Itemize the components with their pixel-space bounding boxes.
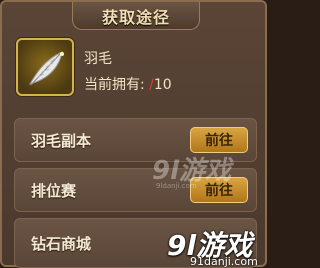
feather-icon xyxy=(28,51,64,86)
owned-total: 10 xyxy=(153,77,172,93)
go-to-ranked-match-button[interactable]: 前往 xyxy=(190,177,248,203)
item-slot xyxy=(16,38,74,96)
source-row-ranked-match: 排位赛 前往 xyxy=(14,168,257,212)
source-label: 羽毛副本 xyxy=(31,132,92,150)
source-label: 排位赛 xyxy=(31,182,77,200)
dialog-title: 获取途径 xyxy=(101,7,170,27)
owned-label: 当前拥有: xyxy=(84,77,145,93)
owned-count: 当前拥有: /10 xyxy=(84,74,172,94)
source-row-feather-dungeon: 羽毛副本 前往 xyxy=(14,118,257,162)
item-name: 羽毛 xyxy=(84,51,112,67)
obtain-method-dialog: 获取途径 羽毛 当前拥有: /10 羽毛副本 前往 排位赛 前往 钻石商城 9l… xyxy=(0,0,267,268)
source-row-diamond-shop[interactable]: 钻石商城 xyxy=(14,218,257,268)
source-label: 钻石商城 xyxy=(31,235,92,253)
go-to-feather-dungeon-button[interactable]: 前往 xyxy=(190,127,248,153)
dialog-title-bar: 获取途径 xyxy=(72,2,200,30)
